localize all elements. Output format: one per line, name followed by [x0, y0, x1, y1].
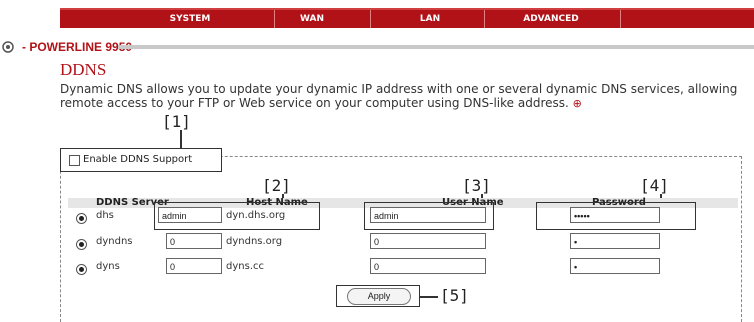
callout-4: [4] — [640, 176, 669, 195]
page-title: DDNS — [60, 60, 107, 79]
nav-divider — [370, 10, 371, 28]
callout-2: [2] — [262, 176, 291, 195]
server-radio-dyndns[interactable] — [76, 239, 87, 250]
brand-divider-bar — [118, 45, 754, 49]
password-input[interactable]: • — [570, 258, 660, 274]
server-label: dhs — [96, 210, 114, 221]
brand-row: - POWERLINE 9950 — [0, 40, 754, 54]
nav-divider — [620, 10, 621, 28]
host-suffix: dyndns.org — [226, 236, 283, 247]
enable-ddns-label: Enable DDNS Support — [83, 154, 193, 165]
description-text: Dynamic DNS allows you to update your dy… — [60, 82, 738, 110]
callout-1-leader — [180, 130, 182, 149]
server-label: dyns — [96, 261, 120, 272]
callout-5: [5] — [440, 286, 469, 305]
user-name-input[interactable]: 0 — [370, 258, 486, 274]
top-navigation: SYSTEM WAN LAN ADVANCED — [60, 8, 754, 28]
enable-ddns-highlight: Enable DDNS Support — [60, 148, 222, 172]
host-name-input[interactable]: 0 — [166, 258, 222, 274]
user-name-highlight — [364, 202, 494, 230]
apply-highlight: Apply — [336, 285, 420, 307]
nav-divider — [274, 10, 275, 28]
server-label: dyndns — [96, 236, 133, 247]
callout-5-leader — [420, 296, 438, 298]
callout-3: [3] — [462, 176, 491, 195]
host-name-highlight — [154, 202, 320, 230]
tab-advanced[interactable]: ADVANCED — [506, 10, 596, 28]
host-name-input[interactable]: 0 — [166, 233, 222, 249]
brand-name: - POWERLINE 9950 — [22, 40, 133, 54]
help-icon[interactable]: ⊕ — [573, 97, 582, 110]
callout-1: [1] — [162, 112, 191, 131]
enable-ddns-checkbox[interactable] — [69, 155, 80, 166]
password-input[interactable]: • — [570, 233, 660, 249]
tab-lan[interactable]: LAN — [400, 10, 460, 28]
page-description: Dynamic DNS allows you to update your dy… — [60, 82, 740, 111]
nav-divider — [484, 10, 485, 28]
user-name-input[interactable]: 0 — [370, 233, 486, 249]
server-radio-dhs[interactable] — [76, 213, 87, 224]
server-radio-dyns[interactable] — [76, 264, 87, 275]
password-highlight — [536, 202, 696, 230]
logo-icon — [2, 41, 14, 53]
apply-button[interactable]: Apply — [347, 288, 411, 305]
tab-system[interactable]: SYSTEM — [160, 10, 220, 28]
host-suffix: dyns.cc — [226, 261, 264, 272]
tab-wan[interactable]: WAN — [282, 10, 342, 28]
